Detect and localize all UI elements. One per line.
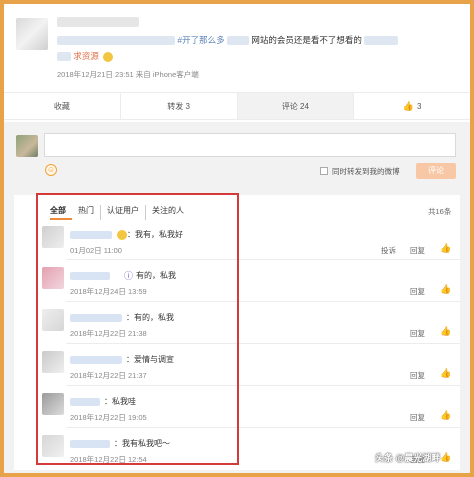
post-text-line1: #开了那么多 网站的会员还是看不了想看的 xyxy=(57,34,452,48)
commenter-avatar[interactable] xyxy=(42,351,64,373)
divider xyxy=(66,343,460,344)
commenter-avatar[interactable] xyxy=(42,435,64,457)
comment-time: 2018年12月22日 19:05 xyxy=(70,413,147,422)
post-text-segment-2: 网站的会员还是看不了想看的 xyxy=(251,35,362,45)
thumbs-up-icon[interactable]: 👍 xyxy=(440,284,451,295)
reply-link[interactable]: 回复 xyxy=(410,245,425,256)
comment-time: 01月02日 11:00 xyxy=(70,246,122,255)
emoji-icon xyxy=(103,51,114,62)
favorite-label: 收藏 xyxy=(53,101,70,111)
divider xyxy=(66,301,460,302)
thumbs-up-icon[interactable]: 👍 xyxy=(440,326,451,337)
comment-item: ：私我哇 2018年12月22日 19:05 回复 👍 xyxy=(0,393,474,435)
reply-link[interactable]: 回复 xyxy=(410,370,425,381)
comment-button[interactable]: 评论 24 xyxy=(237,93,355,119)
blurred-word xyxy=(364,36,399,46)
comment-text: 有的，私我 xyxy=(136,271,176,280)
comment-time: 2018年12月22日 21:38 xyxy=(70,329,147,338)
commenter-avatar[interactable] xyxy=(42,309,64,331)
thumbs-up-icon[interactable]: 👍 xyxy=(440,452,451,463)
submit-comment-button[interactable]: 评论 xyxy=(416,163,456,179)
post-action-bar: 收藏 转发 3 评论 24 👍 3 xyxy=(4,92,470,120)
divider xyxy=(66,427,460,428)
commenter-avatar[interactable] xyxy=(42,226,64,248)
comment-time: 2018年12月24日 13:59 xyxy=(70,287,147,296)
comment-text: ：有的，私我 xyxy=(126,313,174,322)
comment-label: 评论 24 xyxy=(281,101,309,111)
report-link[interactable]: 投诉 xyxy=(381,245,396,256)
reply-link[interactable]: 回复 xyxy=(410,328,425,339)
comment-time: 2018年12月22日 12:54 xyxy=(70,455,147,464)
blurred-hashtag[interactable] xyxy=(57,36,175,46)
repost-button[interactable]: 转发 3 xyxy=(121,93,238,119)
commenter-name-blurred[interactable] xyxy=(70,398,100,406)
tab-all[interactable]: 全部 xyxy=(50,205,72,220)
repost-label: 转发 3 xyxy=(167,101,190,111)
divider xyxy=(66,385,460,386)
post-text-line2: 求资源 xyxy=(57,50,114,62)
comment-text: ：我有私我吧～ xyxy=(114,439,170,448)
tab-hot[interactable]: 热门 xyxy=(72,205,101,220)
tab-following[interactable]: 关注的人 xyxy=(146,205,190,220)
author-name-blurred[interactable] xyxy=(57,17,139,27)
thumbs-up-icon[interactable]: 👍 xyxy=(440,410,451,421)
reply-link[interactable]: 回复 xyxy=(410,286,425,297)
post-timestamp: 2018年12月21日 23:51 来自 iPhone客户端 xyxy=(57,70,199,79)
commenter-name-blurred[interactable] xyxy=(70,272,110,280)
repost-checkbox[interactable] xyxy=(320,167,328,175)
reply-link[interactable]: 回复 xyxy=(410,412,425,423)
watermark: 头条 @晨光湖畔 xyxy=(375,453,441,463)
comment-time: 2018年12月22日 21:37 xyxy=(70,371,147,380)
thumbs-up-icon[interactable]: 👍 xyxy=(440,368,451,379)
comment-item: ：有的，私我 2018年12月22日 21:38 回复 👍 xyxy=(0,309,474,351)
comment-text: ：我有，私我好 xyxy=(127,230,183,239)
comment-input[interactable] xyxy=(44,133,456,157)
thumbs-up-icon[interactable]: 👍 xyxy=(440,243,451,254)
like-count: 3 xyxy=(417,101,422,111)
thumbs-up-icon: 👍 xyxy=(402,100,414,111)
blurred-word xyxy=(57,52,71,62)
commenter-name-blurred[interactable] xyxy=(70,440,110,448)
commenter-name-blurred[interactable] xyxy=(70,231,112,239)
request-resource-text: 求资源 xyxy=(73,51,99,61)
commenter-name-blurred[interactable] xyxy=(70,356,122,364)
comment-item: ：爱情与调宣 2018年12月22日 21:37 回复 👍 xyxy=(0,351,474,393)
commenter-avatar[interactable] xyxy=(42,267,64,289)
comment-total: 共16条 xyxy=(428,207,452,216)
current-user-avatar xyxy=(16,135,38,157)
like-button[interactable]: 👍 3 xyxy=(354,93,470,119)
comment-text: ：爱情与调宣 xyxy=(126,355,174,364)
post-text-segment: #开了那么多 xyxy=(177,35,225,45)
comment-text: ：私我哇 xyxy=(104,397,136,406)
comment-filter-tabs: 全部 热门 认证用户 关注的人 xyxy=(50,205,190,220)
badge-icon: ⓘ xyxy=(124,271,134,281)
tab-verified[interactable]: 认证用户 xyxy=(101,205,146,220)
commenter-name-blurred[interactable] xyxy=(70,314,122,322)
emoji-icon xyxy=(117,230,127,240)
blurred-word xyxy=(226,36,249,46)
divider xyxy=(66,259,460,260)
favorite-button[interactable]: 收藏 xyxy=(4,93,121,119)
repost-checkbox-label: 同时转发到我的微博 xyxy=(332,167,400,176)
comment-item: ：我有，私我好 01月02日 11:00 投诉 回复 👍 xyxy=(0,226,474,268)
author-avatar[interactable] xyxy=(16,18,48,50)
emoji-picker-icon[interactable]: ☺ xyxy=(45,164,57,176)
commenter-avatar[interactable] xyxy=(42,393,64,415)
comment-item: ⓘ 有的，私我 2018年12月24日 13:59 回复 👍 xyxy=(0,267,474,309)
